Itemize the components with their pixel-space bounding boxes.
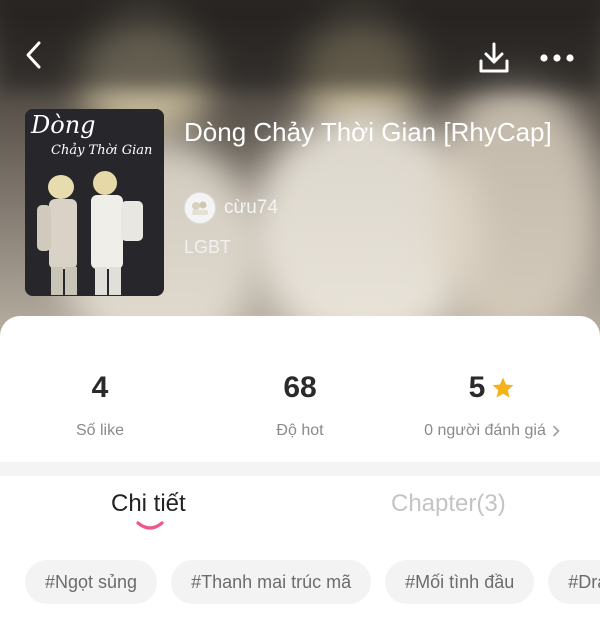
section-divider <box>0 462 600 476</box>
author-name[interactable]: cừu74 <box>224 197 278 219</box>
rating-label-wrap[interactable]: 0 người đánh giá <box>424 422 560 440</box>
tag-chip[interactable]: #Mối tình đầu <box>385 560 535 604</box>
author-avatar[interactable] <box>184 192 216 224</box>
back-button[interactable] <box>18 38 50 72</box>
author-row[interactable]: cừu74 <box>184 192 278 224</box>
cover-title-line2: Chảy Thời Gian <box>51 143 153 158</box>
active-tab-indicator <box>136 521 164 530</box>
download-icon <box>479 42 509 73</box>
star-icon <box>492 377 514 398</box>
stats-row: 4 Số like 68 Độ hot 5 0 người đánh giá <box>0 366 600 466</box>
more-button[interactable] <box>536 42 578 74</box>
stat-rating[interactable]: 5 0 người đánh giá <box>392 366 592 440</box>
rating-value: 5 <box>468 371 486 404</box>
likes-value: 4 <box>91 371 109 404</box>
story-category[interactable]: LGBT <box>184 237 231 258</box>
story-cover: Dòng Chảy Thời Gian <box>25 109 164 296</box>
tag-chip[interactable]: #Dra <box>548 560 600 604</box>
download-button[interactable] <box>476 40 512 76</box>
stat-likes: 4 Số like <box>0 366 200 440</box>
details-card: 4 Số like 68 Độ hot 5 0 người đánh giá C <box>0 316 600 630</box>
tag-chip[interactable]: #Ngọt sủng <box>25 560 158 604</box>
tab-chapters[interactable]: Chapter(3) <box>391 490 506 518</box>
tab-bar: Chi tiết Chapter(3) <box>0 482 600 542</box>
stat-hot: 68 Độ hot <box>200 366 400 440</box>
rating-label: 0 người đánh giá <box>424 422 546 439</box>
chevron-left-icon <box>26 41 41 69</box>
avatar-image-icon <box>192 201 208 215</box>
tab-detail[interactable]: Chi tiết <box>111 490 186 518</box>
tag-chip[interactable]: #Thanh mai trúc mã <box>171 560 372 604</box>
likes-label: Số like <box>75 422 125 439</box>
chevron-right-icon <box>553 425 560 437</box>
story-title: Dòng Chảy Thời Gian [RhyCap] <box>184 117 552 147</box>
rating-value-wrap: 5 <box>469 366 516 410</box>
hot-label: Độ hot <box>276 422 324 439</box>
cover-title-line1: Dòng <box>31 111 96 139</box>
tag-list: #Ngọt sủng #Thanh mai trúc mã #Mối tình … <box>25 560 600 604</box>
more-horizontal-icon <box>540 54 574 62</box>
hot-value: 68 <box>283 371 317 404</box>
